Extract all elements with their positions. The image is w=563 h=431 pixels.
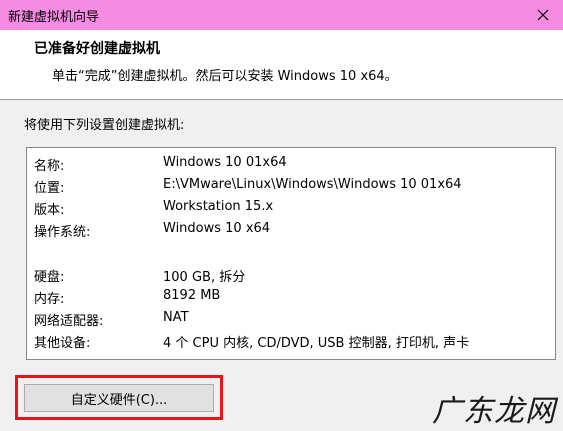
- row-key: 名称:: [34, 159, 65, 174]
- row-value: Workstation 15.x: [163, 199, 274, 214]
- row-value: NAT: [163, 310, 189, 325]
- window-title: 新建虚拟机向导: [8, 10, 100, 25]
- page-subtitle: 单击“完成”创建虚拟机。然后可以安装 Windows 10 x64。: [52, 69, 398, 84]
- row-value: Windows 10 x64: [163, 221, 271, 236]
- summary-row-version: 版本: Workstation 15.x: [27, 197, 555, 219]
- summary-row-network: 网络适配器: NAT: [27, 308, 555, 330]
- row-key: 版本:: [34, 203, 65, 218]
- title-bar: 新建虚拟机向导: [0, 0, 563, 30]
- row-key: 硬盘:: [34, 270, 65, 285]
- summary-row-name: 名称: Windows 10 01x64: [27, 153, 555, 175]
- row-value: Windows 10 01x64: [163, 155, 287, 170]
- row-key: 其他设备:: [34, 336, 91, 351]
- watermark-logo: 广东龙网: [432, 394, 556, 429]
- summary-row-memory: 内存: 8192 MB: [27, 286, 555, 308]
- row-value: 4 个 CPU 内核, CD/DVD, USB 控制器, 打印机, 声卡: [163, 336, 470, 351]
- page-title: 已准备好创建虚拟机: [34, 41, 160, 57]
- settings-summary[interactable]: 名称: Windows 10 01x64 位置: E:\VMware\Linux…: [26, 147, 556, 360]
- row-key: 位置:: [34, 181, 65, 196]
- wizard-header: 已准备好创建虚拟机 单击“完成”创建虚拟机。然后可以安装 Windows 10 …: [0, 30, 563, 100]
- summary-row-devices: 其他设备: 4 个 CPU 内核, CD/DVD, USB 控制器, 打印机, …: [27, 330, 555, 352]
- summary-row-location: 位置: E:\VMware\Linux\Windows\Windows 10 0…: [27, 175, 555, 197]
- intro-text: 将使用下列设置创建虚拟机:: [24, 118, 185, 133]
- customize-hardware-button[interactable]: 自定义硬件(C)...: [24, 384, 214, 412]
- row-value: 100 GB, 拆分: [163, 270, 246, 285]
- summary-row-disk: 硬盘: 100 GB, 拆分: [27, 264, 555, 286]
- row-key: 操作系统:: [34, 225, 91, 240]
- row-value: E:\VMware\Linux\Windows\Windows 10 01x64: [163, 177, 462, 192]
- row-key: 网络适配器:: [34, 314, 104, 329]
- row-value: 8192 MB: [163, 288, 221, 303]
- summary-row-os: 操作系统: Windows 10 x64: [27, 219, 555, 241]
- close-button[interactable]: [523, 0, 563, 30]
- row-key: 内存:: [34, 292, 65, 307]
- close-icon: [537, 9, 549, 21]
